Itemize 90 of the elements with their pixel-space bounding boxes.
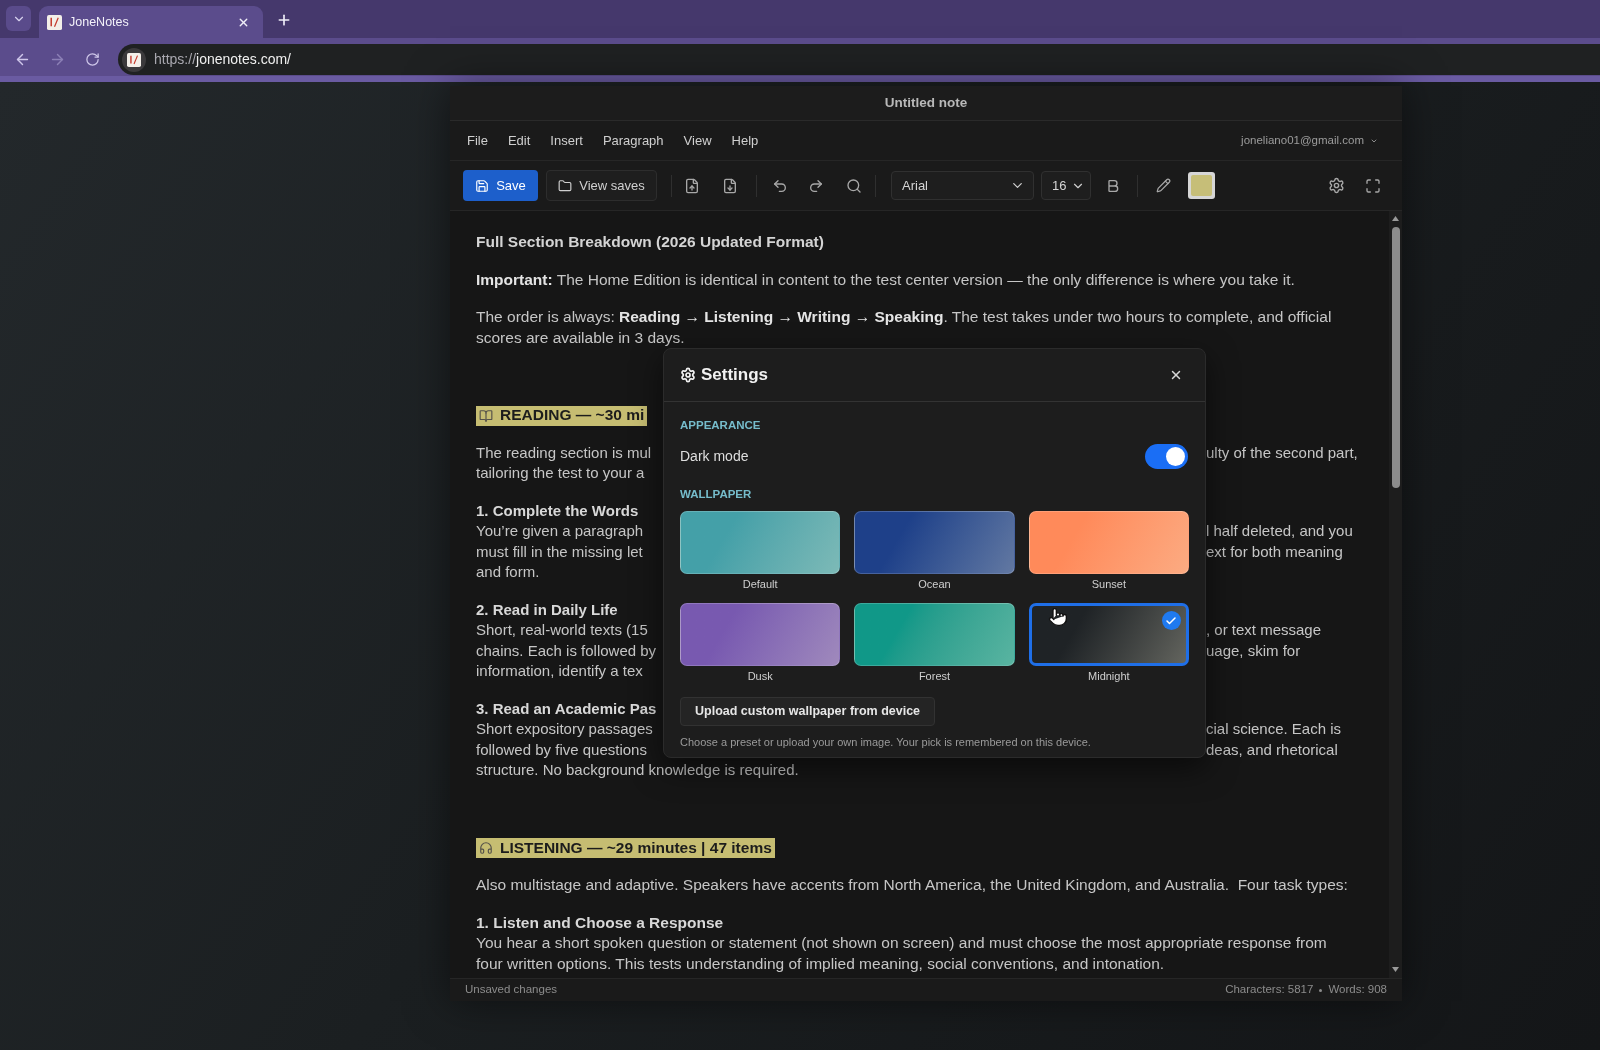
- browser-tab[interactable]: JoneNotes: [39, 6, 263, 38]
- status-text: Unsaved changes: [465, 982, 558, 998]
- paragraph: The order is always: Reading → Listening → Writing → Speaking. The test takes under two hours to complete, and official scores are available in 3 days.: [476, 307, 1333, 348]
- text-line: chains. Each is followed by: [476, 640, 657, 661]
- hint-text: Choose a preset or upload your own image. Your pick is remembered on this device.: [680, 735, 1091, 749]
- scrollbar-thumb[interactable]: [1391, 227, 1400, 488]
- text-line: deas, and rhetorical: [1206, 739, 1338, 760]
- section-heading: LISTENING — ~29 minutes | 47 items: [500, 837, 772, 858]
- swatch-label: Ocean: [918, 577, 951, 591]
- text-line: must fill in the missing let: [476, 541, 643, 562]
- text-line: cial science. Each is: [1206, 719, 1342, 739]
- text-line: Short, real-world texts (15: [476, 620, 648, 640]
- file-upload-icon: [684, 177, 700, 194]
- section-label: WALLPAPER: [680, 487, 752, 501]
- save-button[interactable]: Save: [463, 170, 538, 201]
- swatch-label: Dusk: [747, 669, 773, 683]
- settings-icon: [1327, 177, 1345, 194]
- text-line: uage, skim for: [1206, 640, 1301, 661]
- search-icon: [846, 177, 862, 194]
- status-count: Characters: 5817: [1225, 982, 1314, 998]
- subsection-heading: 1. Listen and Choose a Response: [476, 912, 724, 933]
- headphones-icon: [479, 841, 493, 855]
- menu-item[interactable]: Edit: [507, 130, 531, 151]
- subsection-heading: 1. Complete the Words: [476, 500, 639, 521]
- color-swatch-icon: [1191, 175, 1212, 196]
- paragraph: You hear a short spoken question or statement (not shown on screen) and must choose the most appropriate response from four written options. This tests understanding of implied meaning, social conventions, and intonation.: [476, 933, 1328, 974]
- paragraph: Important: The Home Edition is identical in content to the test center version — the only difference is where you take it.: [476, 269, 1296, 290]
- swatch-label: Sunset: [1091, 577, 1126, 591]
- bold-icon: [1105, 177, 1121, 194]
- logo-icon: [47, 14, 62, 30]
- redo-icon: [808, 177, 824, 194]
- swatch-label: Default: [742, 577, 778, 591]
- setting-label: Dark mode: [680, 447, 749, 466]
- text-line: You’re given a paragraph: [476, 521, 644, 541]
- text-line: l half deleted, and you: [1206, 521, 1353, 541]
- swatch-label: Midnight: [1088, 669, 1130, 683]
- subsection-heading: 3. Read an Academic Pas: [476, 698, 657, 719]
- gear-icon: [680, 367, 696, 383]
- document-title: Full Section Breakdown (2026 Updated Format): [476, 232, 824, 252]
- paragraph: Also multistage and adaptive. Speakers have accents from North America, the United Kingdom, and Australia. Four task types:: [476, 875, 1349, 895]
- site-icon: [122, 47, 146, 72]
- swatch-label: Forest: [918, 669, 951, 683]
- tab-title: JoneNotes: [69, 13, 129, 31]
- fullscreen-icon: [1365, 177, 1381, 194]
- scrollbar[interactable]: [1389, 211, 1402, 978]
- account-menu[interactable]: joneliano01@gmail.com: [1241, 131, 1378, 150]
- undo-icon: [772, 177, 788, 194]
- menu-item[interactable]: Paragraph: [602, 130, 664, 151]
- menu-item[interactable]: Help: [731, 130, 759, 151]
- hand-pointer-icon: [1048, 607, 1068, 627]
- plus-icon: [276, 12, 292, 28]
- menu-item[interactable]: File: [467, 130, 488, 151]
- url-text: https://jonenotes.com/: [154, 50, 291, 69]
- window-title: Untitled note: [884, 93, 968, 112]
- text-line: information, identify a tex: [476, 661, 643, 681]
- text-line: ext for both meaning: [1206, 541, 1343, 562]
- scroll-up-icon[interactable]: [1392, 216, 1399, 221]
- section-heading: READING — ~30 mi: [500, 405, 645, 426]
- close-icon: [1169, 368, 1183, 382]
- text-line: ulty of the second part,: [1206, 442, 1358, 463]
- text-line: Short expository passages: [476, 719, 653, 739]
- scroll-down-icon[interactable]: [1392, 967, 1399, 972]
- section-label: APPEARANCE: [680, 418, 761, 432]
- wallpaper-swatch[interactable]: [1028, 603, 1189, 666]
- checkmark-icon: [1162, 611, 1181, 630]
- font-size-select[interactable]: 16: [1041, 171, 1091, 200]
- text-line: structure. No background knowledge is required.: [476, 760, 799, 780]
- view-saves-button[interactable]: View saves: [546, 170, 657, 201]
- dialog-title: Settings: [701, 364, 769, 387]
- reload-icon: [84, 51, 100, 67]
- book-icon: [479, 408, 493, 423]
- pencil-icon: [1155, 178, 1171, 193]
- text-line: followed by five questions: [476, 739, 647, 760]
- menu-item[interactable]: Insert: [550, 130, 583, 151]
- dark-mode-toggle[interactable]: [1145, 444, 1188, 469]
- status-count: Words: 908: [1328, 982, 1387, 998]
- file-download-icon: [722, 177, 738, 194]
- address-bar[interactable]: https://jonenotes.com/: [118, 44, 1600, 75]
- subsection-heading: 2. Read in Daily Life: [476, 599, 618, 620]
- folder-icon: [558, 178, 573, 193]
- upload-wallpaper-button[interactable]: Upload custom wallpaper from device: [680, 697, 936, 726]
- font-select[interactable]: Arial: [891, 171, 1034, 200]
- text-line: tailoring the test to your a: [476, 463, 645, 483]
- highlight-color-button[interactable]: [1188, 172, 1215, 199]
- tab-list-button[interactable]: [6, 6, 31, 31]
- menu-item[interactable]: View: [683, 130, 712, 151]
- text-line: , or text message: [1206, 620, 1322, 640]
- text-line: and form.: [476, 562, 540, 582]
- text-line: The reading section is mul: [476, 442, 652, 463]
- save-icon: [475, 178, 490, 193]
